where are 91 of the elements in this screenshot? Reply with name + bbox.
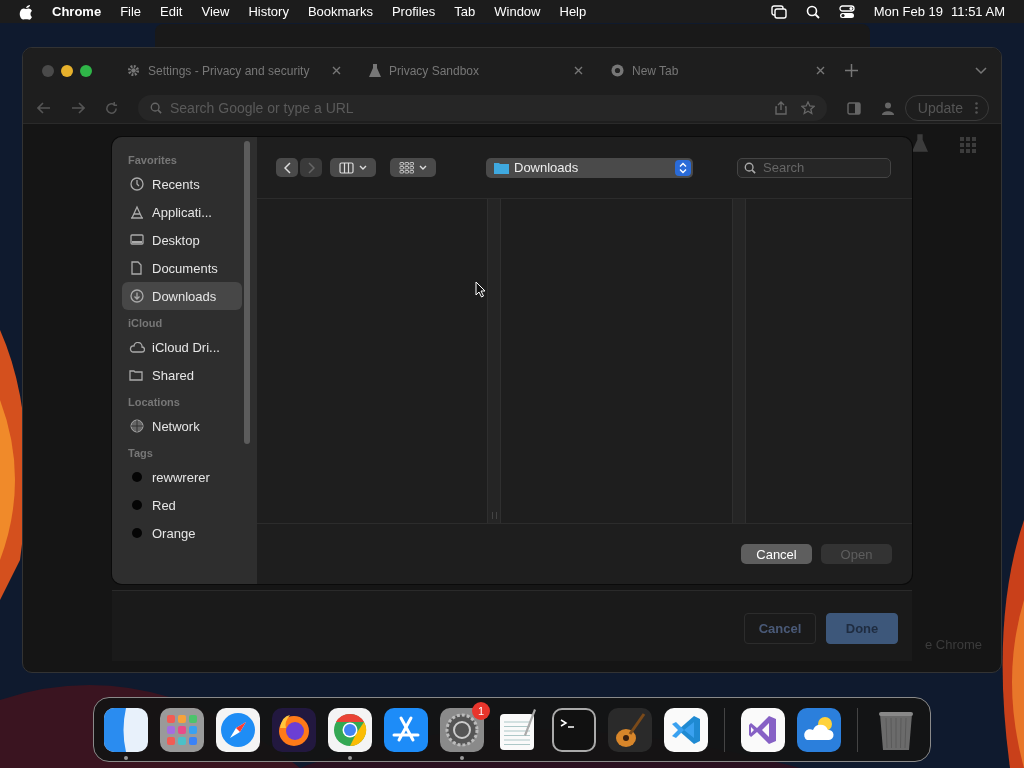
profile-icon[interactable] [880, 101, 895, 115]
column-view-button[interactable] [330, 158, 376, 177]
app-menu[interactable]: Chrome [52, 4, 102, 19]
sidebar-item[interactable]: Documents [122, 254, 242, 282]
menu-item[interactable]: File [120, 4, 142, 19]
side-panel-icon[interactable] [846, 101, 861, 115]
download-icon [129, 289, 144, 303]
sidebar-item[interactable]: Recents [122, 170, 242, 198]
menu-item[interactable]: Help [559, 4, 587, 19]
back-button[interactable] [276, 158, 298, 177]
sidebar-item[interactable]: Desktop [122, 226, 242, 254]
chevron-right-icon [307, 161, 315, 174]
section-heading: iCloud [127, 316, 164, 331]
menu-item[interactable]: History [248, 4, 289, 19]
sidebar-item[interactable]: rewwrerer [122, 463, 242, 491]
fox-icon[interactable] [272, 707, 316, 752]
menu-item[interactable]: Bookmarks [307, 4, 373, 19]
chevron-left-icon [283, 161, 291, 174]
resize-grip[interactable] [492, 512, 497, 519]
clock-icon [129, 177, 144, 191]
tag-dot [131, 528, 142, 538]
clock-text: 11:51 AM [951, 4, 1005, 19]
location-popup[interactable]: Downloads [486, 157, 693, 178]
sidebar-item[interactable]: Downloads [122, 282, 242, 310]
folder-icon [494, 161, 509, 174]
document-icon [131, 261, 142, 275]
app-grid-icon[interactable] [160, 707, 204, 752]
ribbon-app-icon[interactable] [741, 707, 785, 752]
cloud-icon [128, 341, 145, 353]
app-store-icon[interactable] [384, 707, 428, 752]
guitar-icon[interactable] [608, 707, 652, 752]
flask-icon [369, 64, 381, 77]
folder-icon [129, 369, 144, 381]
sidebar-item[interactable]: Shared [122, 361, 242, 389]
more-icon [975, 102, 978, 114]
sidebar-item[interactable]: iCloud Dri... [122, 333, 242, 361]
search-icon [150, 102, 162, 114]
menu-item[interactable]: Window [494, 4, 541, 19]
monitor-icon [129, 234, 144, 246]
browser-app-icon[interactable] [328, 707, 372, 752]
date-text: Mon Feb 19 [873, 4, 944, 19]
search-icon[interactable] [805, 4, 820, 19]
weather-icon[interactable] [797, 707, 841, 752]
search-icon [744, 161, 756, 174]
toggles-icon[interactable] [838, 4, 855, 19]
tag-dot [131, 472, 142, 482]
grid-icon [399, 161, 414, 174]
cancel-button[interactable]: Cancel [741, 544, 812, 564]
sidebar-item[interactable]: Red [122, 491, 242, 519]
section-heading: Locations [127, 395, 181, 410]
close-icon[interactable] [332, 66, 341, 75]
menu-item[interactable]: Edit [160, 4, 183, 19]
caret-icon [359, 165, 367, 170]
new-tab-icon[interactable] [845, 64, 858, 77]
share-icon[interactable] [774, 101, 787, 115]
close-icon[interactable] [816, 66, 825, 75]
two-tone-app-icon[interactable] [104, 707, 148, 752]
columns-icon [339, 161, 354, 174]
zoom-window-light[interactable] [80, 64, 92, 77]
sidebar-item[interactable]: Applicati... [122, 198, 242, 226]
windows-icon[interactable] [770, 4, 787, 19]
sidebar-item[interactable]: Network [122, 412, 242, 440]
gear-icon [127, 64, 140, 77]
browser-logo-icon [611, 64, 624, 77]
caret-icon [419, 165, 427, 170]
gear-icon[interactable] [440, 707, 484, 752]
notification-badge: 1 [472, 701, 490, 720]
close-icon[interactable] [574, 66, 583, 75]
browser-tab[interactable]: New Tab [603, 54, 833, 87]
search-field[interactable]: Search [737, 157, 891, 178]
grid-view-button[interactable] [390, 158, 436, 177]
menu-item[interactable]: View [201, 4, 230, 19]
star-icon[interactable] [800, 101, 815, 115]
chevron-icon[interactable] [975, 66, 987, 75]
browser-tab[interactable]: Settings - Privacy and security [119, 54, 349, 87]
a-shape-icon [129, 205, 144, 219]
browser-tab[interactable]: Privacy Sandbox [361, 54, 591, 87]
minimize-window-light[interactable] [61, 64, 73, 77]
sidebar-item[interactable]: Orange [122, 519, 242, 547]
section-heading: Favorites [127, 153, 178, 168]
globe-icon [129, 419, 144, 433]
tag-dot [131, 500, 142, 510]
pointer-cursor-icon [475, 281, 486, 298]
terminal-icon[interactable] [552, 707, 596, 752]
menu-item[interactable]: Profiles [391, 4, 436, 19]
menu-item[interactable]: Tab [454, 4, 476, 19]
stepper-icon [675, 159, 691, 176]
compass-icon[interactable] [216, 707, 260, 752]
code-editor-icon[interactable] [664, 707, 708, 752]
section-heading: Tags [127, 446, 154, 461]
apple-icon[interactable] [19, 3, 33, 20]
